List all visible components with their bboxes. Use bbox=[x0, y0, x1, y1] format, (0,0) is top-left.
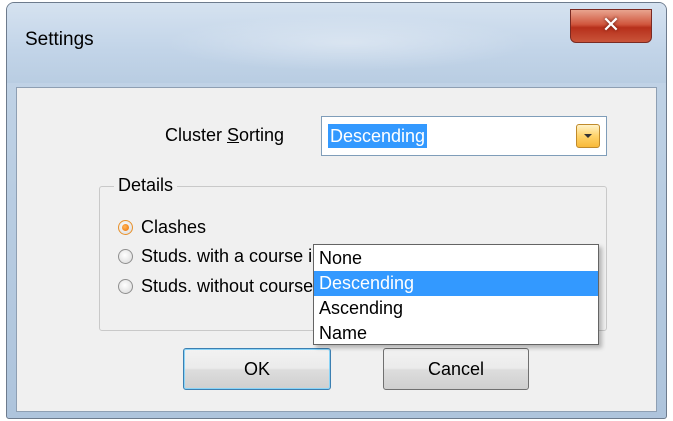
dropdown-option-descending[interactable]: Descending bbox=[314, 271, 598, 296]
dropdown-option-name[interactable]: Name bbox=[314, 321, 598, 346]
cluster-sorting-label: Cluster Sorting bbox=[165, 125, 284, 146]
radio-button[interactable] bbox=[118, 249, 133, 264]
dropdown-option-none[interactable]: None bbox=[314, 246, 598, 271]
cluster-sorting-label-prefix: Cluster bbox=[165, 125, 228, 145]
chevron-down-icon bbox=[584, 134, 592, 138]
dropdown-option-ascending[interactable]: Ascending bbox=[314, 296, 598, 321]
radio-button-checked[interactable] bbox=[118, 220, 133, 235]
cluster-sorting-combobox[interactable]: Descending bbox=[321, 116, 607, 156]
details-group-title: Details bbox=[114, 175, 178, 196]
title-bar[interactable]: Settings ✕ bbox=[7, 3, 666, 83]
close-icon: ✕ bbox=[601, 13, 621, 38]
close-button[interactable]: ✕ bbox=[570, 9, 652, 43]
radio-button[interactable] bbox=[118, 279, 133, 294]
settings-dialog: Settings ✕ Cluster Sorting Descending De… bbox=[6, 2, 667, 419]
cluster-sorting-label-suffix: orting bbox=[239, 125, 285, 145]
ok-button[interactable]: OK bbox=[183, 348, 331, 390]
radio-label-clashes: Clashes bbox=[141, 217, 207, 237]
cancel-button[interactable]: Cancel bbox=[383, 348, 529, 390]
dropdown-button[interactable] bbox=[576, 124, 600, 148]
cluster-sorting-value: Descending bbox=[328, 124, 428, 148]
cluster-sorting-dropdown-list: None Descending Ascending Name bbox=[313, 244, 599, 345]
radio-clashes[interactable]: Clashes bbox=[118, 217, 206, 238]
cluster-sorting-label-mnemonic: S bbox=[227, 125, 240, 145]
window-title: Settings bbox=[25, 29, 94, 50]
